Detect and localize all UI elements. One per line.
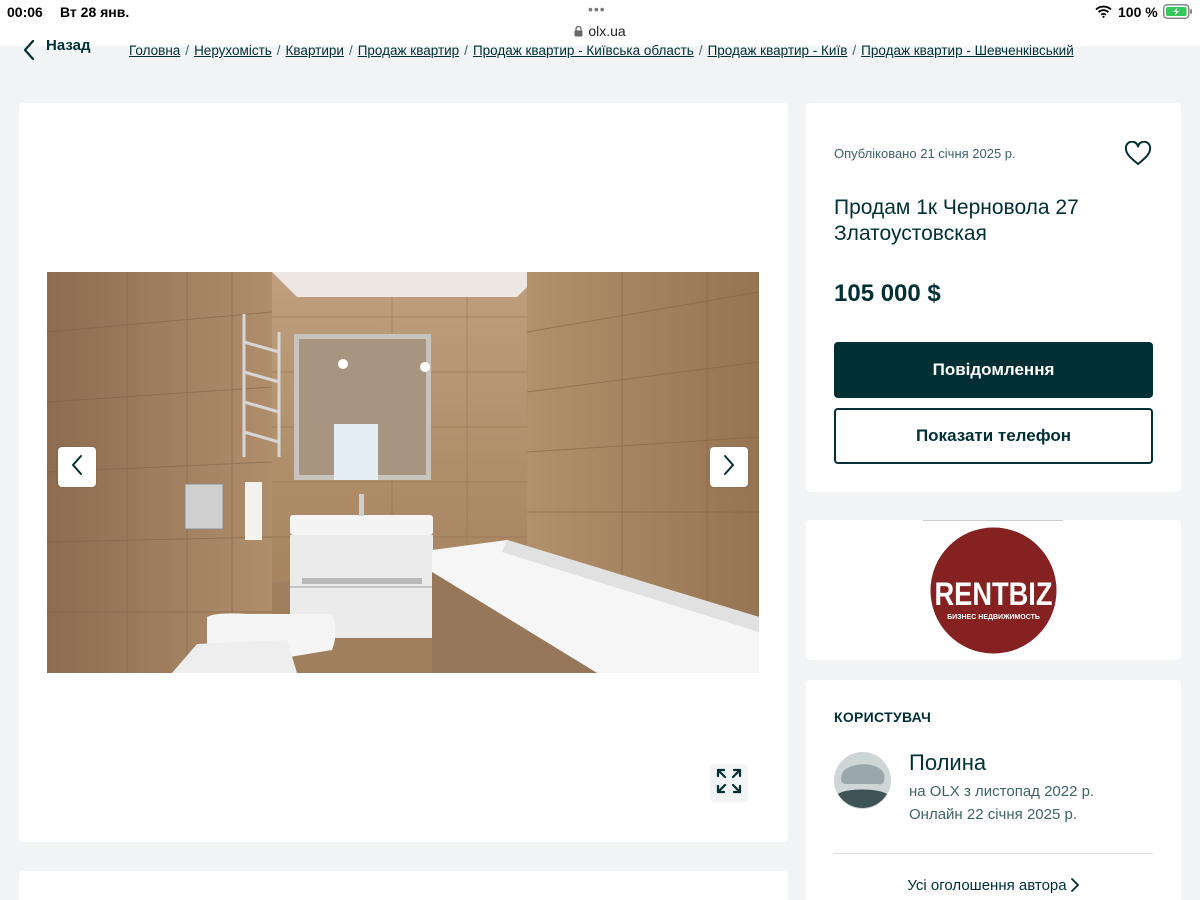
user-card: КОРИСТУВАЧ Полина на OLX з листопад 2022…	[806, 680, 1181, 900]
breadcrumb-kyiv[interactable]: Продаж квартир - Київ	[708, 43, 848, 58]
status-time: 00:06	[7, 4, 43, 20]
battery-icon	[1163, 4, 1193, 24]
user-name[interactable]: Полина	[909, 750, 986, 776]
chevron-left-icon	[71, 454, 83, 481]
breadcrumb-home[interactable]: Головна	[129, 43, 180, 58]
listing-title: Продам 1к Черновола 27 Златоустовская	[834, 196, 1079, 245]
battery-percent: 100 %	[1118, 4, 1158, 20]
listing-price: 105 000 $	[834, 280, 941, 307]
status-date: Вт 28 янв.	[60, 4, 130, 20]
heart-icon[interactable]	[1124, 140, 1152, 172]
multitasking-dots-icon[interactable]: •••	[588, 1, 606, 17]
all-ads-label: Усі оголошення автора	[907, 877, 1067, 894]
url-text: olx.ua	[588, 23, 626, 39]
address-bar[interactable]: olx.ua	[0, 23, 1200, 40]
chevron-right-icon	[723, 454, 735, 481]
seller-logo-card: RENTBIZ БИЗНЕС НЕДВИЖИМОСТЬ	[806, 520, 1181, 660]
breadcrumb-kyiv-region[interactable]: Продаж квартир - Київська область	[473, 43, 694, 58]
breadcrumb-separator: /	[348, 43, 353, 58]
breadcrumb-real-estate[interactable]: Нерухомість	[194, 43, 272, 58]
listing-info-card: Опубліковано 21 січня 2025 р. Продам 1к …	[806, 103, 1181, 492]
divider	[834, 853, 1153, 854]
avatar[interactable]	[834, 752, 891, 809]
breadcrumb-apartment-sales[interactable]: Продаж квартир	[358, 43, 459, 58]
all-ads-link[interactable]: Усі оголошення автора	[806, 877, 1181, 894]
show-phone-button[interactable]: Показати телефон	[834, 408, 1153, 464]
breadcrumb-separator: /	[698, 43, 703, 58]
breadcrumb-apartments[interactable]: Квартири	[286, 43, 344, 58]
back-label: Назад	[46, 37, 91, 54]
breadcrumb-separator: /	[185, 43, 190, 58]
message-button[interactable]: Повідомлення	[834, 342, 1153, 398]
status-bar: 00:06 Вт 28 янв. ••• olx.ua 100 %	[0, 0, 1200, 46]
fullscreen-button[interactable]	[710, 764, 748, 802]
photo-gallery	[19, 103, 788, 842]
divider	[923, 520, 1063, 521]
member-since: на OLX з листопад 2022 р.	[909, 783, 1095, 800]
chevron-left-icon	[22, 38, 36, 67]
expand-icon	[715, 767, 743, 800]
lock-icon	[574, 24, 583, 40]
published-date: Опубліковано 21 січня 2025 р.	[834, 146, 1016, 161]
breadcrumb-shevchenkivskyi[interactable]: Продаж квартир - Шевченківський	[861, 43, 1074, 58]
next-photo-button[interactable]	[710, 447, 748, 487]
listing-photo[interactable]	[47, 272, 759, 673]
seller-logo[interactable]: RENTBIZ БИЗНЕС НЕДВИЖИМОСТЬ	[930, 527, 1057, 654]
logo-tagline: БИЗНЕС НЕДВИЖИМОСТЬ	[947, 614, 1040, 621]
chevron-right-icon	[1070, 878, 1079, 892]
wifi-icon	[1095, 5, 1112, 23]
back-button[interactable]: Назад	[22, 37, 91, 67]
breadcrumb-separator: /	[852, 43, 857, 58]
breadcrumb-separator: /	[464, 43, 468, 58]
breadcrumb: Головна / Нерухомість / Квартири / Продаж квар…	[129, 43, 1074, 58]
previous-photo-button[interactable]	[58, 447, 96, 487]
description-card	[19, 871, 788, 900]
last-online: Онлайн 22 січня 2025 р.	[909, 806, 1077, 823]
breadcrumb-separator: /	[276, 43, 281, 58]
user-heading: КОРИСТУВАЧ	[834, 709, 932, 725]
logo-brand: RENTBIZ	[935, 576, 1053, 612]
